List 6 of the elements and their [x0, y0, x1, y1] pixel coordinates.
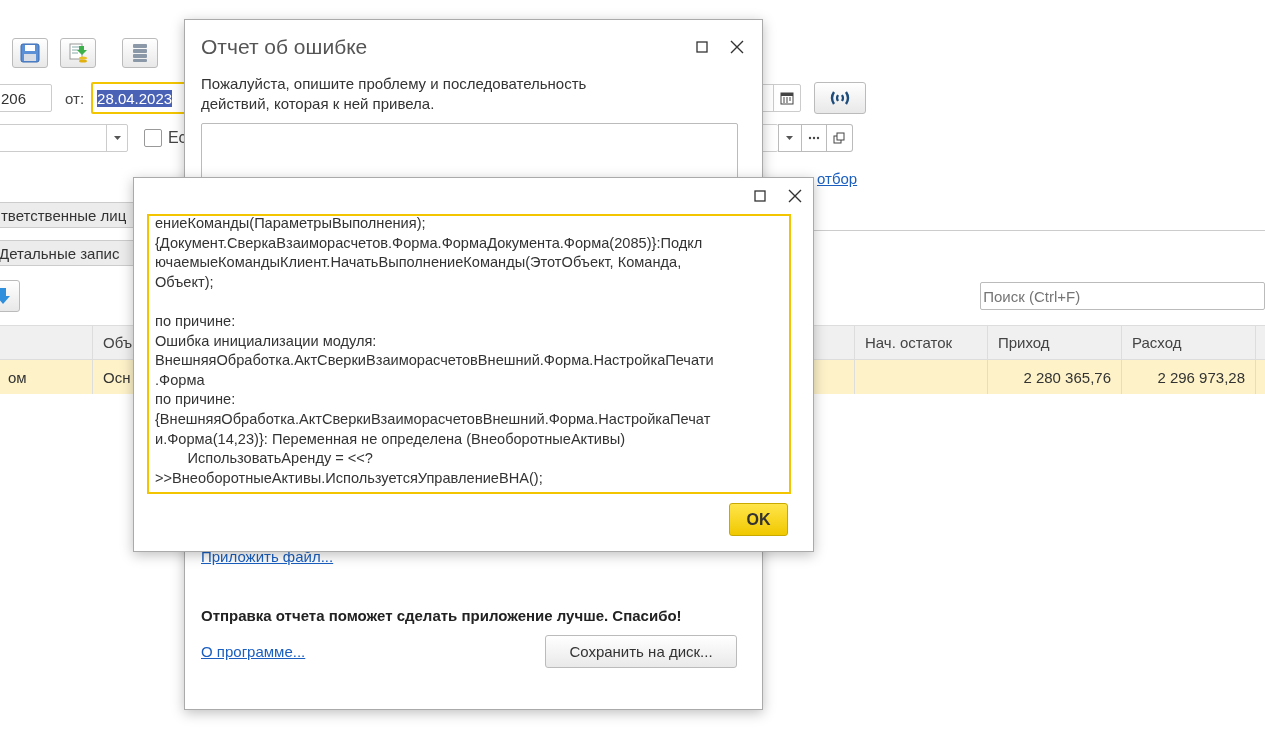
thanks-text: Отправка отчета поможет сделать приложение лучше. Спасибо! [201, 607, 683, 624]
table-cell: 2 296 973,28 [1122, 360, 1256, 394]
table-cell: 2 280 365,76 [988, 360, 1122, 394]
dialog-title: Отчет об ошибке [201, 35, 368, 59]
table-cell: ом [0, 360, 93, 394]
date-label: от: [65, 89, 85, 107]
